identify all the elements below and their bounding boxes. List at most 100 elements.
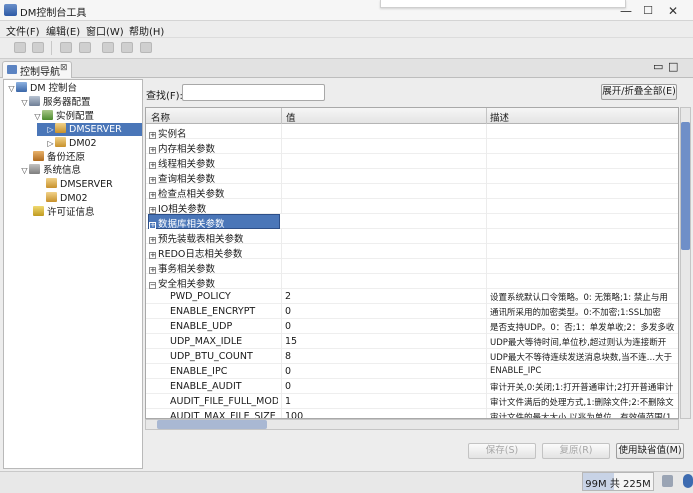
collapse-icon[interactable]: − (149, 282, 156, 289)
parameter-row[interactable]: UDP_BTU_COUNT 8 UDP最大不等待连续发送消息块数,当不连…大于 (146, 349, 678, 364)
tray-icon (683, 474, 693, 488)
grid-category-row[interactable]: + IO相关参数 (146, 199, 678, 215)
grid-category-row[interactable]: + 实例名 (146, 124, 678, 140)
grid-category-row[interactable]: + 检查点相关参数 (146, 184, 678, 200)
menu-window[interactable]: 窗口(W) (86, 23, 124, 38)
tab-close-icon[interactable]: ⊠ (60, 63, 68, 73)
param-description: ENABLE_IPC (490, 366, 542, 376)
tree-item-server-config[interactable]: ▽ 服务器配置 (20, 96, 91, 109)
param-name: ENABLE_ENCRYPT (170, 306, 256, 317)
save-icon[interactable] (14, 42, 26, 53)
use-default-button[interactable]: 使用缺省值(M) (616, 443, 684, 459)
tree-item-backup-restore[interactable]: 备份还原 (33, 151, 85, 164)
parameter-row[interactable]: ENABLE_ENCRYPT 0 通讯所采用的加密类型。0:不加密;1:SSL加密 (146, 304, 678, 319)
info-icon (29, 164, 40, 174)
param-description: UDP最大不等待连续发送消息块数,当不连…大于 (490, 353, 673, 363)
redo-icon[interactable] (79, 42, 91, 53)
maximize-icon[interactable]: ☐ (639, 3, 657, 19)
tree-item-system-info[interactable]: ▽ 系统信息 (20, 164, 81, 177)
expand-icon[interactable]: + (149, 252, 156, 259)
parameter-row[interactable]: UDP_MAX_IDLE 15 UDP最大等待时间,单位秒,超过则认为连接断开 (146, 334, 678, 349)
parameter-row[interactable]: AUDIT_FILE_FULL_MOD... 1 审计文件满后的处理方式,1:删除文… (146, 394, 678, 409)
grid-category-row[interactable]: − 安全相关参数 (146, 274, 678, 290)
tree-item-dm-console[interactable]: ▽ DM 控制台 (7, 82, 77, 95)
expand-collapse-all-button[interactable]: 展开/折叠全部(E) (601, 84, 677, 100)
tree-toggle-icon[interactable]: ▽ (7, 82, 16, 95)
tree-toggle-icon[interactable]: ▽ (20, 164, 29, 177)
param-name: AUDIT_MAX_FILE_SIZE (170, 411, 276, 419)
navigation-icon (7, 65, 17, 74)
expand-icon[interactable]: + (149, 192, 156, 199)
tree-item-license-info[interactable]: 许可证信息 (33, 206, 95, 219)
expand-icon[interactable]: + (149, 207, 156, 214)
search-input[interactable] (182, 84, 325, 101)
tree-toggle-icon[interactable]: ▽ (20, 96, 29, 109)
column-separator[interactable] (281, 108, 282, 124)
backup-icon (33, 151, 44, 161)
expand-icon[interactable]: + (149, 132, 156, 139)
grid-category-row[interactable]: + 查询相关参数 (146, 169, 678, 185)
param-value[interactable]: 8 (285, 351, 291, 362)
param-value[interactable]: 1 (285, 396, 291, 407)
param-value[interactable]: 100 (285, 411, 303, 418)
parameter-row[interactable]: ENABLE_UDP 0 是否支持UDP。0：否;1：单发单收;2：多发多收 (146, 319, 678, 334)
save-button[interactable]: 保存(S) (468, 443, 536, 459)
tree-item-dm02[interactable]: ▷ DM02 (46, 137, 97, 150)
parameter-row[interactable]: AUDIT_MAX_FILE_SIZE 100 审计文件的最大大小,以兆为单位。有效… (146, 409, 678, 419)
column-separator[interactable] (486, 108, 487, 124)
garbage-collect-icon[interactable] (662, 475, 673, 487)
grid-category-row-selected[interactable]: + 数据库相关参数 (146, 214, 678, 230)
vertical-scroll-thumb[interactable] (681, 122, 690, 250)
column-header-name[interactable]: 名称 (151, 110, 170, 124)
param-value[interactable]: 0 (285, 321, 291, 332)
param-name: ENABLE_AUDIT (170, 381, 242, 392)
tree-item-info-dmserver[interactable]: DMSERVER (46, 178, 113, 191)
column-header-value[interactable]: 值 (286, 110, 296, 124)
close-icon[interactable]: ✕ (664, 3, 682, 19)
expand-icon[interactable]: + (149, 162, 156, 169)
param-value[interactable]: 0 (285, 366, 291, 377)
grid-category-row[interactable]: + 事务相关参数 (146, 259, 678, 275)
grid-category-row[interactable]: + 内存相关参数 (146, 139, 678, 155)
parameter-row[interactable]: ENABLE_AUDIT 0 审计开关,0:关闭;1:打开普通审计;2打开普通审计 (146, 379, 678, 394)
param-value[interactable]: 2 (285, 291, 291, 302)
tree-toggle-icon[interactable]: ▷ (46, 137, 55, 150)
grid-category-row[interactable]: + 线程相关参数 (146, 154, 678, 170)
param-value[interactable]: 15 (285, 336, 297, 347)
horizontal-scroll-thumb[interactable] (157, 420, 267, 429)
menu-edit[interactable]: 编辑(E) (46, 23, 80, 38)
column-header-description[interactable]: 描述 (490, 110, 509, 124)
view-minimize-icon[interactable]: ▭ (653, 60, 663, 73)
expand-icon[interactable]: + (149, 267, 156, 274)
minimize-icon[interactable]: — (617, 3, 635, 19)
view-maximize-icon[interactable]: □ (668, 60, 678, 73)
expand-icon[interactable]: + (149, 177, 156, 184)
tree-item-dmserver[interactable]: ▷ DMSERVER (37, 123, 142, 136)
menu-bar: 文件(F) 编辑(E) 窗口(W) 帮助(H) (0, 21, 693, 38)
parameter-row[interactable]: ENABLE_IPC 0 ENABLE_IPC (146, 364, 678, 379)
paste-icon[interactable] (140, 42, 152, 53)
param-name: UDP_MAX_IDLE (170, 336, 243, 347)
grid-category-row[interactable]: + REDO日志相关参数 (146, 244, 678, 260)
parameter-grid: 名称 值 描述 + 实例名 + 内存相关参数 + 线程相关参数 + 查询相关参数 + 检查… (145, 107, 679, 419)
grid-category-row[interactable]: + 预先装载表相关参数 (146, 229, 678, 245)
menu-help[interactable]: 帮助(H) (129, 23, 164, 38)
undo-icon[interactable] (60, 42, 72, 53)
expand-icon[interactable]: + (149, 237, 156, 244)
tree-toggle-icon[interactable]: ▽ (33, 110, 42, 123)
copy-icon[interactable] (121, 42, 133, 53)
tree-item-info-dm02[interactable]: DM02 (46, 192, 88, 205)
param-description: 是否支持UDP。0：否;1：单发单收;2：多发多收 (490, 323, 675, 333)
expand-icon[interactable]: + (149, 222, 156, 229)
tree-toggle-icon[interactable]: ▷ (46, 123, 55, 136)
param-value[interactable]: 0 (285, 381, 291, 392)
save-all-icon[interactable] (32, 42, 44, 53)
menu-file[interactable]: 文件(F) (6, 23, 40, 38)
parameter-row[interactable]: PWD_POLICY 2 设置系统默认口令策略。0: 无策略;1: 禁止与用 (146, 289, 678, 304)
expand-icon[interactable]: + (149, 147, 156, 154)
tree-item-instance-config[interactable]: ▽ 实例配置 (33, 110, 94, 123)
restore-button[interactable]: 复原(R) (542, 443, 610, 459)
param-value[interactable]: 0 (285, 306, 291, 317)
param-name: ENABLE_IPC (170, 366, 228, 377)
cut-icon[interactable] (102, 42, 114, 53)
